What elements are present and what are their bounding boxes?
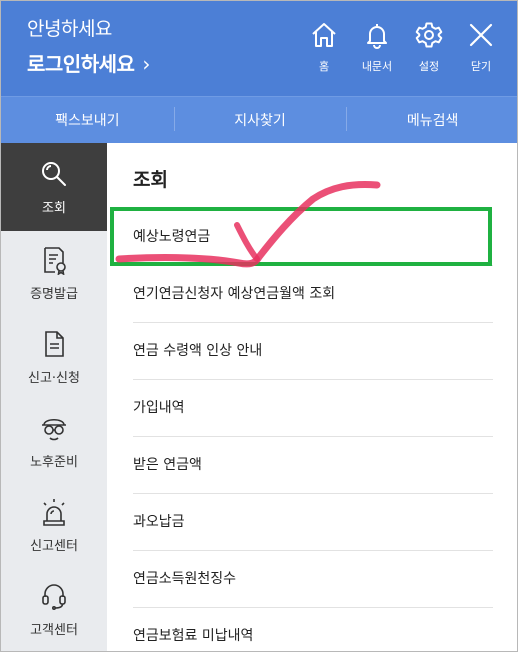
list-item[interactable]: 연금보험료 미납내역 [133, 608, 493, 651]
sidebar-item-label: 조회 [42, 200, 66, 216]
home-button[interactable]: 홈 [299, 21, 349, 74]
page-title: 조회 [133, 169, 168, 191]
sidebar: 조회 증명발급 신고·신청 노후준비 신고센터 고객센터 [1, 143, 113, 651]
settings-label: 설정 [418, 60, 440, 73]
list-item[interactable]: 예상노령연금 [133, 209, 493, 266]
list-item[interactable]: 과오납금 [133, 494, 493, 551]
close-label: 닫기 [470, 60, 492, 73]
list-item[interactable]: 연금 수령액 인상 안내 [133, 323, 493, 380]
sidebar-item-report-center[interactable]: 신고센터 [1, 483, 107, 567]
home-icon [312, 23, 336, 47]
gear-icon [415, 22, 443, 48]
quick-nav: 팩스보내기 지사찾기 메뉴검색 [1, 96, 517, 143]
document-icon [45, 330, 64, 357]
greeting-text: 안녕하세요 [27, 18, 112, 40]
sidebar-item-retirement-prep[interactable]: 노후준비 [1, 399, 107, 483]
bell-icon [367, 24, 387, 49]
settings-button[interactable]: 설정 [404, 21, 454, 74]
list-item[interactable]: 받은 연금액 [133, 437, 493, 494]
list-item[interactable]: 가입내역 [133, 380, 493, 437]
certificate-icon [44, 246, 66, 275]
my-documents-button[interactable]: 내문서 [352, 21, 402, 74]
sidebar-item-inquiry[interactable]: 조회 [1, 143, 113, 231]
my-documents-label: 내문서 [361, 60, 393, 73]
sidebar-item-report-apply[interactable]: 신고·신청 [1, 315, 107, 399]
search-icon [42, 161, 66, 186]
close-button[interactable]: 닫기 [456, 21, 506, 74]
alarm-light-icon [43, 498, 65, 526]
login-link[interactable]: 로그인하세요 › [27, 48, 150, 77]
sidebar-item-label: 신고센터 [30, 538, 78, 554]
app-window: 안녕하세요 로그인하세요 › 홈 내문서 설정 닫기 팩스보내기 지사찾기 메뉴… [0, 0, 518, 652]
sidebar-item-certificate[interactable]: 증명발급 [1, 231, 107, 315]
list-item[interactable]: 연기연금신청자 예상연금월액 조회 [133, 266, 493, 323]
headset-icon [42, 583, 66, 610]
sidebar-item-customer-center[interactable]: 고객센터 [1, 567, 107, 651]
inquiry-menu-list: 예상노령연금 연기연금신청자 예상연금월액 조회 연금 수령액 인상 안내 가입… [133, 209, 493, 651]
sidebar-item-label: 증명발급 [30, 286, 78, 302]
list-item[interactable]: 연금소득원천징수 [133, 551, 493, 608]
login-label: 로그인하세요 [27, 52, 135, 76]
sidebar-item-label: 신고·신청 [28, 370, 80, 386]
sidebar-item-label: 노후준비 [30, 454, 78, 470]
sidebar-item-label: 고객센터 [30, 622, 78, 638]
header: 안녕하세요 로그인하세요 › 홈 내문서 설정 닫기 [1, 1, 517, 96]
quick-nav-branch-finder[interactable]: 지사찾기 [173, 107, 347, 131]
chevron-right-icon: › [142, 52, 150, 76]
close-icon [469, 23, 493, 47]
home-label: 홈 [318, 60, 330, 73]
quick-nav-menu-search[interactable]: 메뉴검색 [346, 107, 517, 131]
quick-nav-fax[interactable]: 팩스보내기 [1, 110, 174, 130]
main-content: 조회 예상노령연금 연기연금신청자 예상연금월액 조회 연금 수령액 인상 안내… [107, 143, 517, 651]
person-glasses-icon [42, 418, 66, 440]
